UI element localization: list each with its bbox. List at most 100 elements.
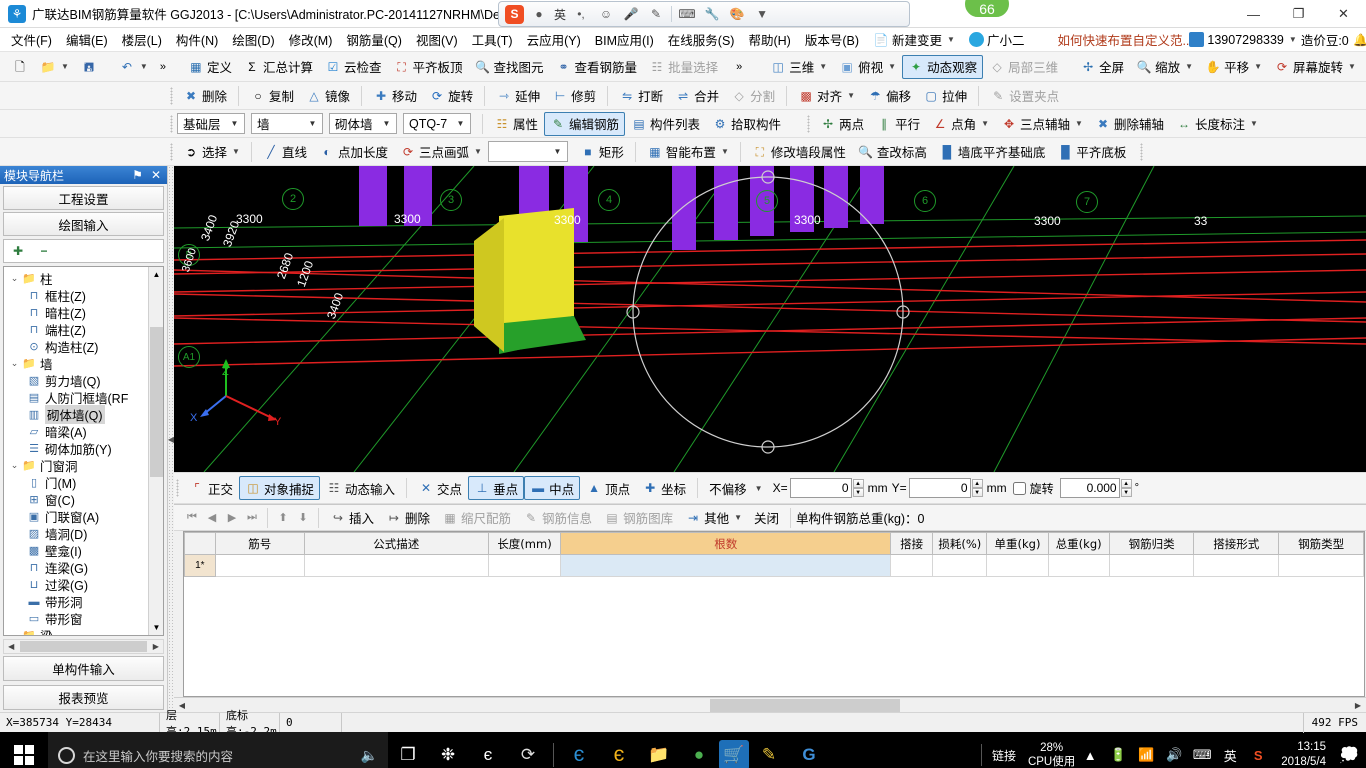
menu-item-edit[interactable]: 编辑(E) [59,27,115,52]
align-wall-bottom-button[interactable]: █ 墙底平齐基础底 [933,140,1052,164]
shape-select[interactable]: ▼ [487,141,568,162]
sum-calc-button[interactable]: Σ 汇总计算 [238,55,319,79]
sogou-tray-icon[interactable]: S [1245,732,1271,768]
table-cell-搭接形式[interactable] [1193,554,1280,577]
tree-item-15[interactable]: ▨ 墙洞(D) [4,525,163,542]
edit-wall-segment-button[interactable]: ⛶ 修改墙段属性 [746,140,852,164]
menu-item-tools[interactable]: 工具(T) [465,27,520,52]
snap-perpendicular-toggle[interactable]: ⊥ 垂点 [468,476,525,500]
insert-row-button[interactable]: ↪ 插入 [324,506,380,530]
toolbar-grip[interactable] [170,114,173,133]
wifi-icon[interactable]: 📶 [1133,732,1159,768]
sogou-handwriting-icon[interactable]: ✎ [646,5,666,24]
menu-item-online-service[interactable]: 在线服务(S) [661,27,742,52]
battery-icon[interactable]: 🔋 [1105,732,1131,768]
pan-button[interactable]: ✋ 平移 ▼ [1199,55,1268,79]
table-row[interactable]: 1* [184,554,1364,577]
axis-bubble-7[interactable]: 7 [1076,191,1098,213]
menu-item-floor[interactable]: 楼层(L) [115,27,169,52]
col-header-total-weight[interactable]: 总重(kg) [1047,532,1110,555]
menu-item-cloud[interactable]: 云应用(Y) [520,27,588,52]
tree-vertical-scrollbar[interactable]: ▲ ▼ [148,267,163,635]
top-view-button[interactable]: ▣ 俯视 ▼ [833,55,902,79]
ie2-icon[interactable]: є [599,732,639,768]
menu-item-file[interactable]: 文件(F) [4,27,59,52]
file-toolbar-overflow[interactable]: » [154,55,172,79]
close-panel-button[interactable]: 关闭 [748,506,785,530]
edit-rebar-button[interactable]: ✎ 编辑钢筋 [544,111,626,136]
col-header-formula[interactable]: 公式描述 [304,532,489,555]
sogou-menu-icon[interactable]: ▼ [752,5,772,24]
chevron-down-icon[interactable]: ⌄ [8,273,21,284]
table-cell-钢筋类型[interactable] [1278,554,1364,577]
notepad-icon[interactable]: ✎ [749,732,789,768]
tree-group-11[interactable]: ⌄ 📁 门窗洞 [4,457,163,474]
axis-bubble-2[interactable]: 2 [282,188,304,210]
guang-xiao-er-button[interactable]: 广小二 [962,27,1032,52]
two-point-button[interactable]: ✢ 两点 [814,112,870,136]
ie-icon[interactable]: є [559,732,599,768]
report-preview-button[interactable]: 报表预览 [3,685,164,710]
volume-icon[interactable]: 🔊 [1161,732,1187,768]
row-header-cell[interactable]: 1* [184,554,216,577]
table-cell-搭接[interactable] [889,554,934,577]
scrollbar-thumb[interactable] [150,327,163,477]
notification-bubble[interactable]: 66 [963,0,1011,19]
member-select[interactable]: QTQ-7 ▼ [403,113,471,134]
rebar-library-button[interactable]: ▤ 钢筋图库 [598,506,679,530]
extend-button[interactable]: ⇾ 延伸 [490,84,546,108]
edge-icon[interactable]: є [468,732,508,768]
break-button[interactable]: ⇋ 打断 [613,84,669,108]
trim-button[interactable]: ⊢ 修剪 [546,84,602,108]
zoom-button[interactable]: 🔍 缩放 ▼ [1130,55,1199,79]
promo-link[interactable]: 如何快速布置自定义范.. [1057,30,1189,49]
delete-button[interactable]: ✖ 删除 [177,84,233,108]
chevron-down-icon[interactable]: ⌄ [8,630,21,635]
table-cell-单重(kg)[interactable] [986,554,1049,577]
undo-button[interactable]: ↶ ▼ [113,55,154,79]
dynamic-input-toggle[interactable]: ☷ 动态输入 [320,476,401,500]
tree-item-3[interactable]: ⊓ 端柱(Z) [4,321,163,338]
snap-coordinate-toggle[interactable]: ✚ 坐标 [636,476,692,500]
scroll-left-button[interactable]: ◀ [4,642,18,651]
menu-item-bim[interactable]: BIM应用(I) [588,27,661,52]
partial-3d-button[interactable]: ◇ 局部三维 [983,55,1064,79]
tree-item-17[interactable]: ⊓ 连梁(G) [4,559,163,576]
sogou-keyboard-icon[interactable]: ⌨ [677,5,697,24]
mirror-button[interactable]: △ 镜像 [300,84,356,108]
drawing-input-button[interactable]: 绘图输入 [3,212,164,236]
tree-item-14[interactable]: ▣ 门联窗(A) [4,508,163,525]
g-icon[interactable]: G [789,732,829,768]
scale-rebar-button[interactable]: ▦ 缩尺配筋 [436,506,517,530]
rotate-spinner[interactable]: ▲ ▼ [1120,479,1132,497]
other-button[interactable]: ⇥ 其他 ▼ [679,506,748,530]
rebar-info-button[interactable]: ✎ 钢筋信息 [517,506,598,530]
spiral-icon[interactable]: ⟳ [508,732,548,768]
sogou-microphone-icon[interactable]: 🎤 [621,5,641,24]
orbit-button[interactable]: ✦ 动态观察 [902,54,984,79]
table-cell-长度(mm)[interactable] [487,554,562,577]
maximize-button[interactable]: ❐ [1276,0,1321,28]
close-icon[interactable]: ✕ [151,168,161,182]
x-offset-spinner[interactable]: ▲ ▼ [852,479,864,497]
tree-item-6[interactable]: ▧ 剪力墙(Q) [4,372,163,389]
rotate-button[interactable]: ⟳ 旋转 [423,84,479,108]
length-dim-button[interactable]: ↔ 长度标注 ▼ [1170,112,1264,136]
tree-group-21[interactable]: ⌄📁 梁 [4,627,163,635]
app-s-icon[interactable]: ❉ [428,732,468,768]
table-cell-公式描述[interactable] [304,554,489,577]
ime-indicator[interactable]: 英 [1217,732,1243,768]
menu-item-help[interactable]: 帮助(H) [741,27,797,52]
snap-midpoint-toggle[interactable]: ▬ 中点 [524,476,581,500]
next-record-button[interactable]: ▶ [222,508,242,528]
scrollbar-track[interactable] [190,698,1350,712]
tree-item-16[interactable]: ▩ 壁龛(I) [4,542,163,559]
smart-layout-button[interactable]: ▦ 智能布置 ▼ [641,140,735,164]
axis-bubble-5[interactable]: 5 [756,189,778,212]
ortho-toggle[interactable]: ⌜ 正交 [183,476,239,500]
scrollbar-thumb[interactable] [20,641,147,652]
view-3d-button[interactable]: ◫ 三维 ▼ [764,55,833,79]
fullscreen-button[interactable]: ✢ 全屏 [1074,55,1130,79]
spin-up[interactable]: ▲ [1120,479,1132,488]
collapse-all-icon[interactable]: − [36,243,52,259]
